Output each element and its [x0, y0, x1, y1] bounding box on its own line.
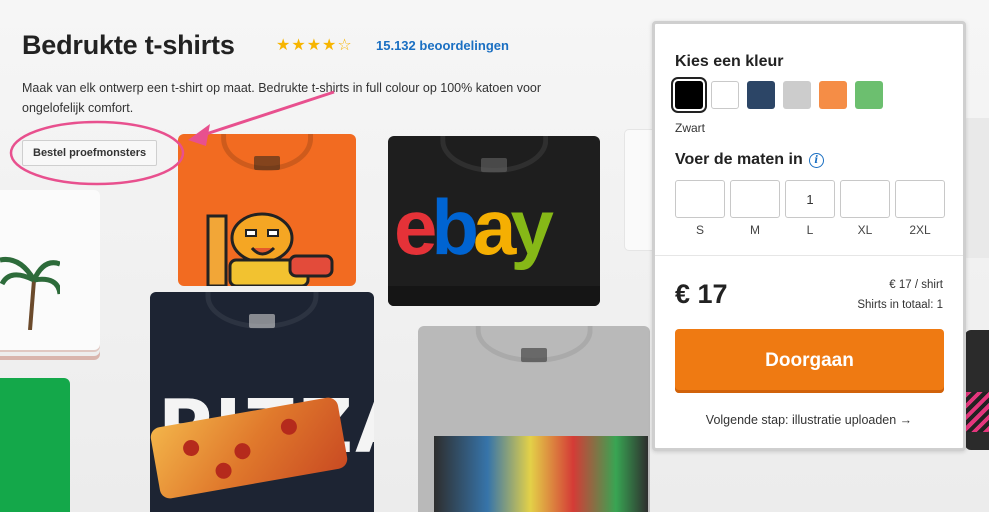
size-section-title: Voer de maten in i — [675, 151, 824, 169]
size-column-m: M — [730, 180, 780, 237]
size-section-label: Voer de maten in — [675, 151, 803, 168]
size-column-s: S — [675, 180, 725, 237]
color-swatches — [671, 77, 883, 113]
swatch-green[interactable] — [855, 81, 883, 109]
size-label-2xl: 2XL — [909, 223, 931, 237]
selected-color-name: Zwart — [675, 121, 705, 135]
size-column-xl: XL — [840, 180, 890, 237]
grey-graffiti-tshirt — [418, 326, 650, 512]
quantity-input-m[interactable] — [730, 180, 780, 218]
swatch-orange[interactable] — [819, 81, 847, 109]
green-tshirt — [0, 378, 70, 512]
continue-button[interactable]: Doorgaan — [675, 329, 944, 393]
panel-divider — [655, 255, 963, 256]
page-title: Bedrukte t-shirts — [22, 30, 235, 60]
swatch-navy[interactable] — [747, 81, 775, 109]
total-shirts-count: Shirts in totaal: 1 — [857, 299, 943, 311]
size-column-l: L — [785, 180, 835, 237]
swatch-grey[interactable] — [783, 81, 811, 109]
ebay-print: ebay — [394, 183, 554, 271]
pink-striped-print — [966, 392, 989, 432]
palm-tree-print — [0, 256, 60, 330]
orange-tshirt — [178, 134, 356, 286]
size-label-l: L — [806, 223, 814, 237]
right-edge-dark-tshirt — [965, 330, 989, 450]
quantity-input-xl[interactable] — [840, 180, 890, 218]
graffiti-print — [434, 436, 648, 512]
black-ebay-tshirt: ebay — [388, 136, 600, 306]
reviews-link[interactable]: 15.132 beoordelingen — [376, 38, 509, 53]
right-edge-tshirt — [962, 118, 989, 258]
product-description: Maak van elk ontwerp een t-shirt op maat… — [22, 81, 542, 115]
quantity-input-2xl[interactable] — [895, 180, 945, 218]
navy-pizza-tshirt: PIZZA — [150, 292, 374, 512]
rating-stars-icon: ★★★★☆ — [276, 37, 353, 54]
swatch-black[interactable] — [671, 77, 707, 113]
size-quantity-inputs: S M L XL 2XL — [675, 180, 945, 237]
order-samples-button[interactable]: Bestel proefmonsters — [22, 140, 158, 166]
info-icon[interactable]: i — [808, 152, 824, 168]
swatch-white[interactable] — [711, 81, 739, 109]
size-column-2xl: 2XL — [895, 180, 945, 237]
next-step-hint: Volgende stap: illustratie uploaden → — [705, 413, 913, 427]
quantity-input-s[interactable] — [675, 180, 725, 218]
order-panel: Kies een kleur Zwart Voer de maten in i … — [652, 21, 966, 451]
total-price: € 17 — [675, 279, 728, 309]
color-section-title: Kies een kleur — [675, 53, 784, 70]
quantity-input-l[interactable] — [785, 180, 835, 218]
unit-price: € 17 / shirt — [889, 279, 943, 291]
tiger-print — [206, 212, 334, 286]
size-label-xl: XL — [857, 223, 873, 237]
size-label-s: S — [695, 223, 704, 237]
size-label-m: M — [750, 223, 760, 237]
